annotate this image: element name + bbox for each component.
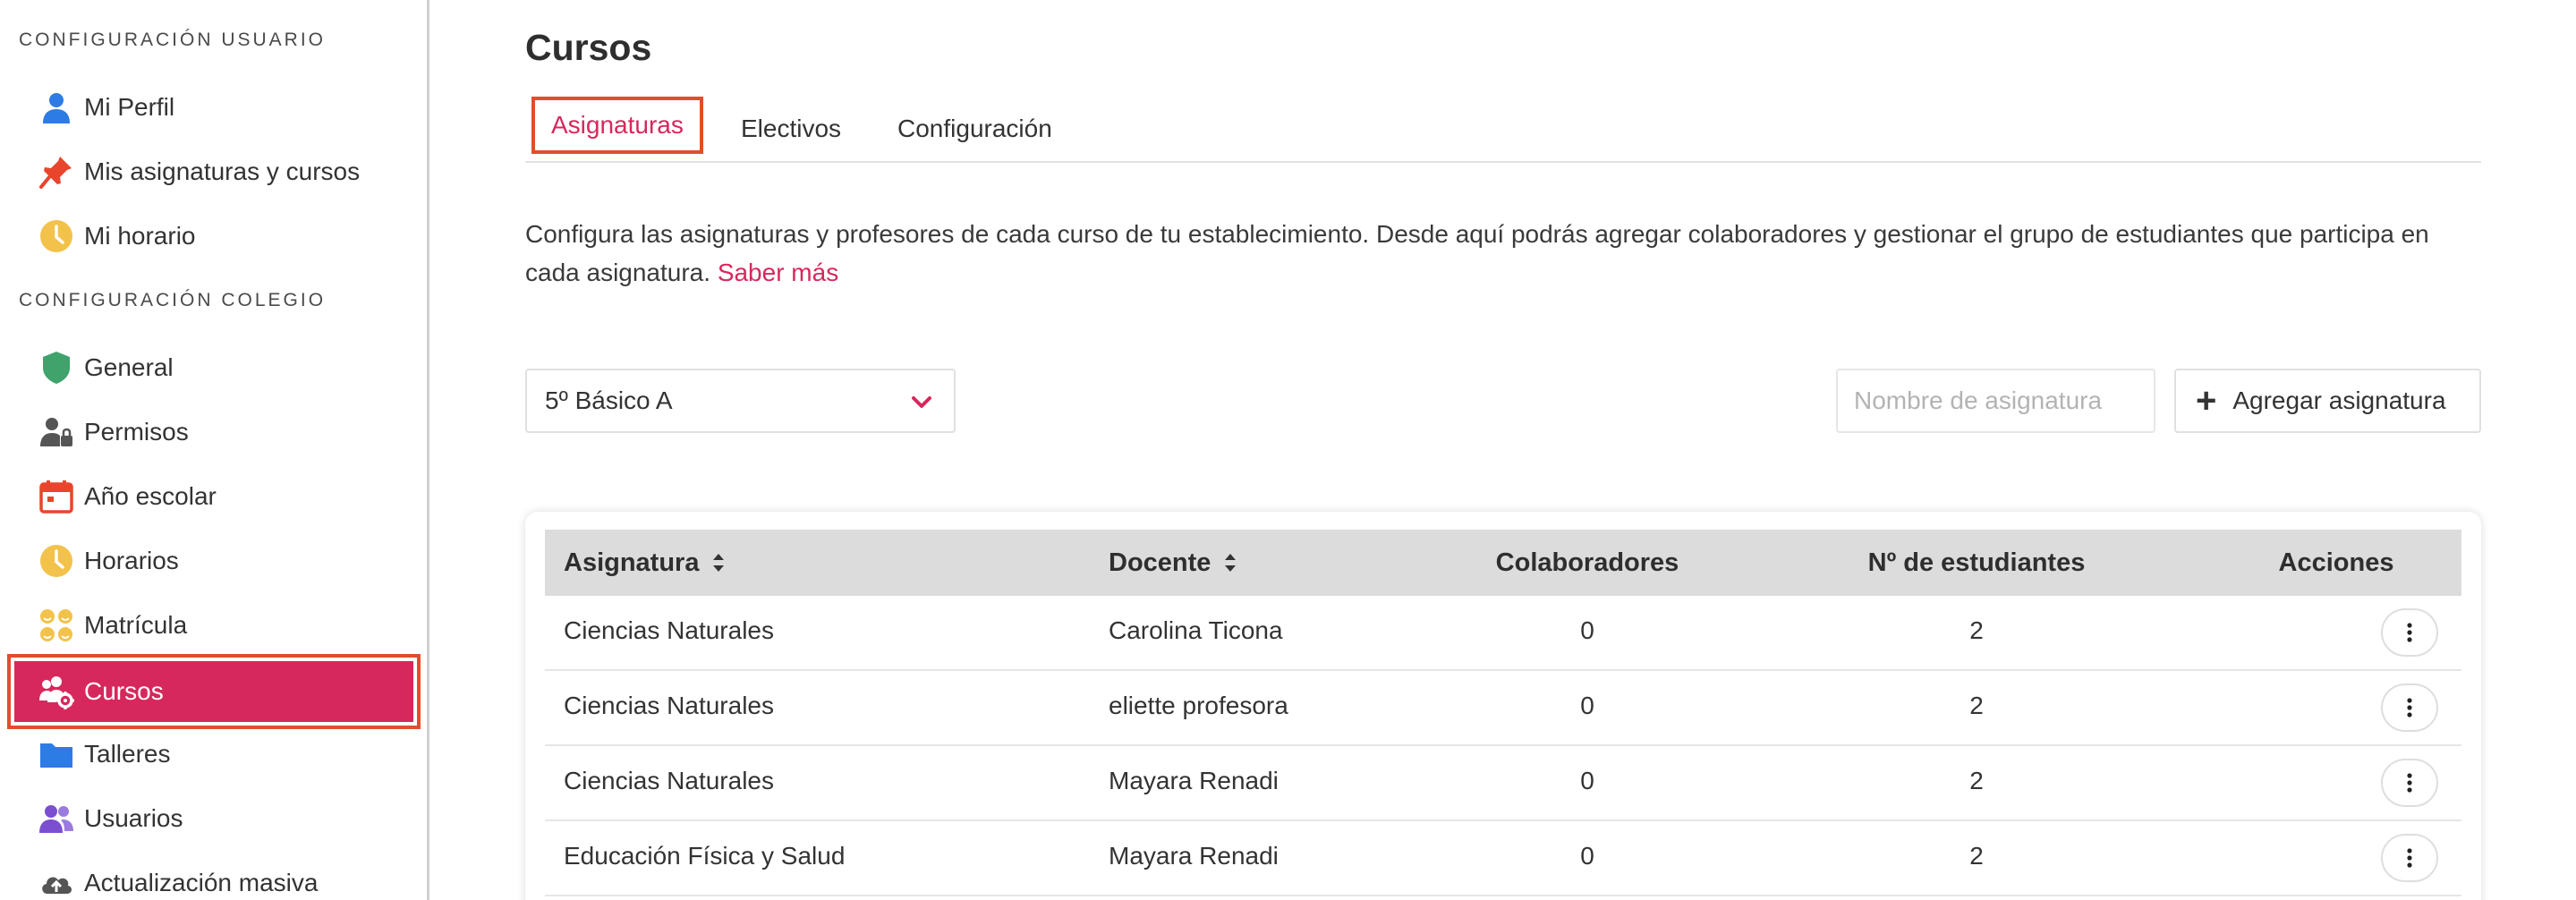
sidebar-item-label: Usuarios xyxy=(84,804,183,832)
main-content: Cursos Asignaturas Electivos Configuraci… xyxy=(525,0,2576,900)
header-label: Asignatura xyxy=(564,548,700,577)
sidebar-item-actualizacion-masiva[interactable]: Actualización masiva xyxy=(14,853,413,900)
header-colaboradores: Colaboradores xyxy=(1495,548,1679,577)
pin-icon xyxy=(38,153,75,191)
subjects-table: Asignatura Docente Colaboradores Nº de e… xyxy=(525,512,2481,900)
cell-asignatura: Educación Física y Salud xyxy=(564,842,846,870)
add-subject-button[interactable]: + Agregar asignatura xyxy=(2174,369,2481,433)
header-acciones: Acciones xyxy=(2278,548,2394,577)
sidebar-item-label: Cursos xyxy=(84,677,164,705)
sidebar-item-usuarios[interactable]: Usuarios xyxy=(14,788,413,849)
folder-icon xyxy=(38,735,75,773)
course-select-value: 5º Básico A xyxy=(545,386,673,414)
sidebar-item-matricula[interactable]: Matrícula xyxy=(14,595,413,656)
add-subject-label: Agregar asignatura xyxy=(2232,386,2446,414)
sidebar-item-mi-horario[interactable]: Mi horario xyxy=(14,206,413,267)
cell-asignatura: Ciencias Naturales xyxy=(564,692,774,719)
kebab-icon xyxy=(2407,773,2412,793)
sidebar-item-horarios[interactable]: Horarios xyxy=(14,531,413,591)
users-gear-icon xyxy=(38,673,75,710)
sidebar-item-label: Actualización masiva xyxy=(84,869,319,896)
tabs-bar: Asignaturas Electivos Configuración xyxy=(525,97,2481,163)
cell-colaboradores: 0 xyxy=(1580,767,1594,794)
row-actions-button[interactable] xyxy=(2381,608,2438,657)
users-icon xyxy=(38,800,75,837)
cell-estudiantes: 2 xyxy=(1969,767,1984,794)
header-label: Docente xyxy=(1109,548,1211,577)
clock-icon xyxy=(38,542,75,580)
sidebar-item-mi-perfil[interactable]: Mi Perfil xyxy=(14,77,413,138)
header-asignatura[interactable]: Asignatura xyxy=(564,530,726,596)
cell-estudiantes: 2 xyxy=(1969,842,1984,870)
shield-icon xyxy=(38,349,75,386)
cell-docente: Mayara Renadi xyxy=(1109,767,1279,794)
cell-estudiantes: 2 xyxy=(1969,692,1984,719)
tab-asignaturas[interactable]: Asignaturas xyxy=(531,97,703,154)
table-row: Educación Física y Salud Mayara Renadi 0… xyxy=(545,821,2461,896)
kebab-icon xyxy=(2407,848,2412,868)
clock-icon xyxy=(38,217,75,255)
cell-docente: eliette profesora xyxy=(1109,692,1288,719)
user-icon xyxy=(38,89,75,126)
table-row: Ciencias Naturales Carolina Ticona 0 2 xyxy=(545,596,2461,671)
cell-asignatura: Ciencias Naturales xyxy=(564,767,774,794)
cell-docente: Carolina Ticona xyxy=(1109,616,1283,644)
cell-asignatura: Ciencias Naturales xyxy=(564,616,774,644)
table-row: Ciencias Naturales Mayara Renadi 0 2 xyxy=(545,746,2461,821)
sidebar-item-general[interactable]: General xyxy=(14,337,413,398)
faces-icon xyxy=(38,607,75,644)
table-header: Asignatura Docente Colaboradores Nº de e… xyxy=(545,530,2461,596)
sidebar-item-label: Permisos xyxy=(84,418,189,446)
section-title-user: CONFIGURACIÓN USUARIO xyxy=(19,30,327,50)
sort-icon xyxy=(1225,554,1237,572)
sidebar-item-label: Matrícula xyxy=(84,611,188,639)
calendar-icon xyxy=(38,478,75,515)
sort-icon xyxy=(713,554,725,572)
cell-colaboradores: 0 xyxy=(1580,616,1594,644)
cell-colaboradores: 0 xyxy=(1580,842,1594,870)
section-title-school: CONFIGURACIÓN COLEGIO xyxy=(19,290,327,310)
header-docente[interactable]: Docente xyxy=(1109,530,1237,596)
row-actions-button[interactable] xyxy=(2381,683,2438,732)
header-estudiantes: Nº de estudiantes xyxy=(1867,548,2086,577)
sidebar-item-label: Mi Perfil xyxy=(84,93,175,121)
sidebar-item-permisos[interactable]: Permisos xyxy=(14,402,413,463)
cell-docente: Mayara Renadi xyxy=(1109,842,1279,870)
sidebar-item-label: General xyxy=(84,353,174,381)
tab-configuracion[interactable]: Configuración xyxy=(897,100,1052,157)
sidebar-item-mis-asignaturas[interactable]: Mis asignaturas y cursos xyxy=(14,141,413,202)
row-actions-button[interactable] xyxy=(2381,834,2438,882)
course-select[interactable]: 5º Básico A xyxy=(525,369,956,433)
cell-estudiantes: 2 xyxy=(1969,616,1984,644)
sidebar-item-label: Mis asignaturas y cursos xyxy=(84,157,361,185)
row-actions-button[interactable] xyxy=(2381,759,2438,807)
cloud-upload-icon xyxy=(38,864,75,900)
user-lock-icon xyxy=(38,413,75,451)
sidebar-item-label: Año escolar xyxy=(84,482,217,510)
sidebar-item-label: Mi horario xyxy=(84,222,196,250)
cell-colaboradores: 0 xyxy=(1580,692,1594,719)
sidebar: CONFIGURACIÓN USUARIO Mi Perfil Mis asig… xyxy=(0,0,429,900)
page-description: Configura las asignaturas y profesores d… xyxy=(525,215,2481,292)
subject-search-input[interactable] xyxy=(1836,369,2155,433)
kebab-icon xyxy=(2407,623,2412,642)
tab-electivos[interactable]: Electivos xyxy=(741,100,841,157)
sidebar-item-ano-escolar[interactable]: Año escolar xyxy=(14,466,413,527)
sidebar-item-talleres[interactable]: Talleres xyxy=(14,724,413,785)
saber-mas-link[interactable]: Saber más xyxy=(718,259,838,286)
page-title: Cursos xyxy=(525,27,652,68)
chevron-down-icon xyxy=(909,390,934,415)
sidebar-item-cursos[interactable]: Cursos xyxy=(7,654,421,729)
table-row: Ciencias Naturales eliette profesora 0 2 xyxy=(545,671,2461,746)
sidebar-item-label: Talleres xyxy=(84,740,171,768)
sidebar-item-label: Horarios xyxy=(84,547,179,574)
plus-icon: + xyxy=(2196,381,2217,420)
kebab-icon xyxy=(2407,698,2412,717)
